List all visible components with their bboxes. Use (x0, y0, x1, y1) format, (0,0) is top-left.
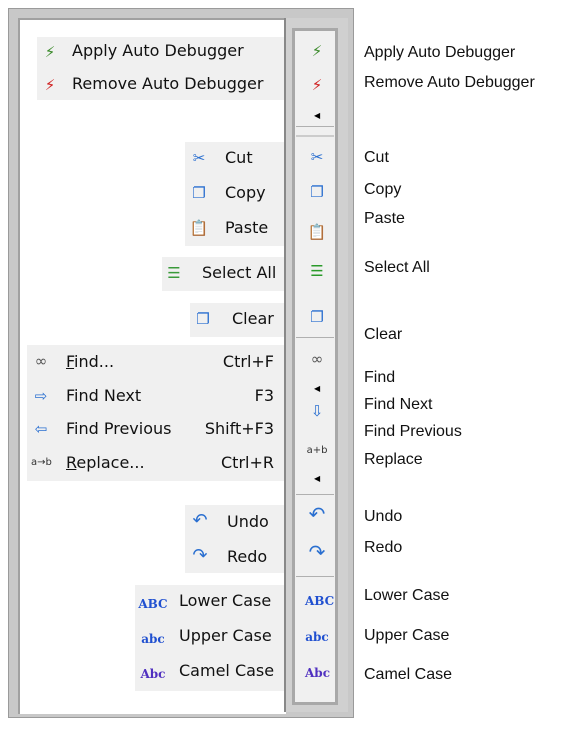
label-clear: Clear (364, 326, 403, 343)
toolbar-select-all-button[interactable]: ☰ (305, 260, 329, 282)
clipboard-menu: ✂ Cut ❐ Copy 📋 Paste (185, 142, 284, 246)
label-select-all: Select All (364, 259, 430, 276)
shortcut-find-next: F3 (254, 386, 274, 405)
shortcut-find: Ctrl+F (222, 352, 274, 371)
label-lower-case: Lower Case (364, 587, 450, 604)
select-all-icon: ☰ (167, 264, 181, 282)
toolbar-paste-button[interactable]: 📋 (305, 221, 329, 243)
label-find-previous: Find Previous (364, 423, 462, 440)
menu-item-apply-debugger[interactable]: Apply Auto Debugger (72, 41, 244, 60)
toolbar-separator (296, 576, 334, 577)
label-undo: Undo (364, 508, 403, 525)
toolbar-find-button[interactable]: ∞ (305, 348, 329, 370)
menu-item-find[interactable]: Find... (66, 352, 114, 371)
lower-case-icon: ABC (138, 597, 168, 611)
history-menu: ↶ Undo ↷ Redo (185, 505, 284, 573)
camel-case-icon: Abc (140, 667, 166, 681)
menu-item-clear[interactable]: Clear (232, 309, 274, 328)
menu-item-upper-case[interactable]: Upper Case (179, 626, 272, 645)
overflow-arrow-icon[interactable]: ◀ (314, 111, 320, 120)
clear-menu: ❐ Clear (190, 303, 284, 337)
toolbar-camel-case-button[interactable]: Abc (305, 662, 330, 684)
find-next-icon: ⇨ (34, 387, 48, 405)
label-redo: Redo (364, 539, 403, 556)
binoculars-icon: ∞ (34, 352, 48, 370)
menu-item-cut[interactable]: Cut (225, 148, 253, 167)
find-menu: ∞ Find... Ctrl+F ⇨ Find Next F3 ⇦ Find P… (27, 345, 284, 481)
label-upper-case: Upper Case (364, 627, 450, 644)
menu-item-find-next[interactable]: Find Next (66, 386, 141, 405)
label-paste: Paste (364, 210, 405, 227)
shortcut-replace: Ctrl+R (221, 453, 274, 472)
overflow-arrow-icon[interactable]: ◀ (314, 474, 320, 483)
menu-item-remove-debugger[interactable]: Remove Auto Debugger (72, 74, 263, 93)
scissors-icon: ✂ (192, 149, 206, 167)
label-find-next: Find Next (364, 396, 433, 413)
toolbar-separator (296, 337, 334, 338)
toolbar-remove-debugger-button[interactable]: ⚡ (305, 74, 329, 96)
toolbar-redo-button[interactable]: ↷ (305, 541, 329, 563)
toolbar-apply-debugger-button[interactable]: ⚡ (305, 40, 329, 62)
menu-item-lower-case[interactable]: Lower Case (179, 591, 271, 610)
label-apply-debugger: Apply Auto Debugger (364, 44, 516, 61)
case-menu: ABC Lower Case abc Upper Case Abc Camel … (135, 585, 284, 691)
overflow-arrow-icon[interactable]: ◀ (314, 384, 320, 393)
toolbar-separator (296, 126, 334, 127)
redo-icon: ↷ (192, 545, 208, 566)
menu-item-copy[interactable]: Copy (225, 183, 266, 202)
toolbar-cut-button[interactable]: ✂ (305, 146, 329, 168)
menu-item-replace[interactable]: Replace... (66, 453, 145, 472)
toolbar-lower-case-button[interactable]: ABC (305, 590, 334, 612)
upper-case-icon: abc (141, 632, 165, 646)
toolbar-clear-button[interactable]: ❐ (305, 306, 329, 328)
label-copy: Copy (364, 181, 402, 198)
toolbar-separator (296, 494, 334, 495)
apply-debugger-icon: ⚡ (44, 43, 56, 61)
find-previous-icon: ⇦ (34, 420, 48, 438)
menu-item-camel-case[interactable]: Camel Case (179, 661, 274, 680)
toolbar-undo-button[interactable]: ↶ (305, 503, 329, 525)
label-find: Find (364, 369, 396, 386)
toolbar-find-next-button[interactable]: ⇩ (305, 400, 329, 422)
toolbar-copy-button[interactable]: ❐ (305, 181, 329, 203)
clear-icon: ❐ (196, 310, 210, 328)
toolbar-replace-button[interactable]: a+b (305, 440, 329, 462)
select-all-menu: ☰ Select All (162, 257, 284, 291)
menu-item-find-previous[interactable]: Find Previous (66, 419, 171, 438)
toolbar-gripper[interactable] (296, 135, 334, 137)
menu-item-undo[interactable]: Undo (227, 512, 269, 531)
replace-icon: a→b (31, 457, 52, 468)
label-remove-debugger: Remove Auto Debugger (364, 74, 535, 91)
shortcut-find-previous: Shift+F3 (204, 419, 274, 438)
toolbar-upper-case-button[interactable]: abc (305, 626, 329, 648)
copy-icon: ❐ (192, 184, 206, 202)
label-replace: Replace (364, 451, 423, 468)
menu-item-paste[interactable]: Paste (225, 218, 268, 237)
debugger-menu: ⚡ Apply Auto Debugger ⚡ Remove Auto Debu… (37, 37, 284, 100)
label-camel-case: Camel Case (364, 666, 453, 683)
menu-item-redo[interactable]: Redo (227, 547, 267, 566)
label-cut: Cut (364, 149, 389, 166)
menu-item-select-all[interactable]: Select All (202, 263, 276, 282)
undo-icon: ↶ (192, 510, 208, 531)
paste-icon: 📋 (189, 219, 209, 237)
remove-debugger-icon: ⚡ (44, 76, 56, 94)
